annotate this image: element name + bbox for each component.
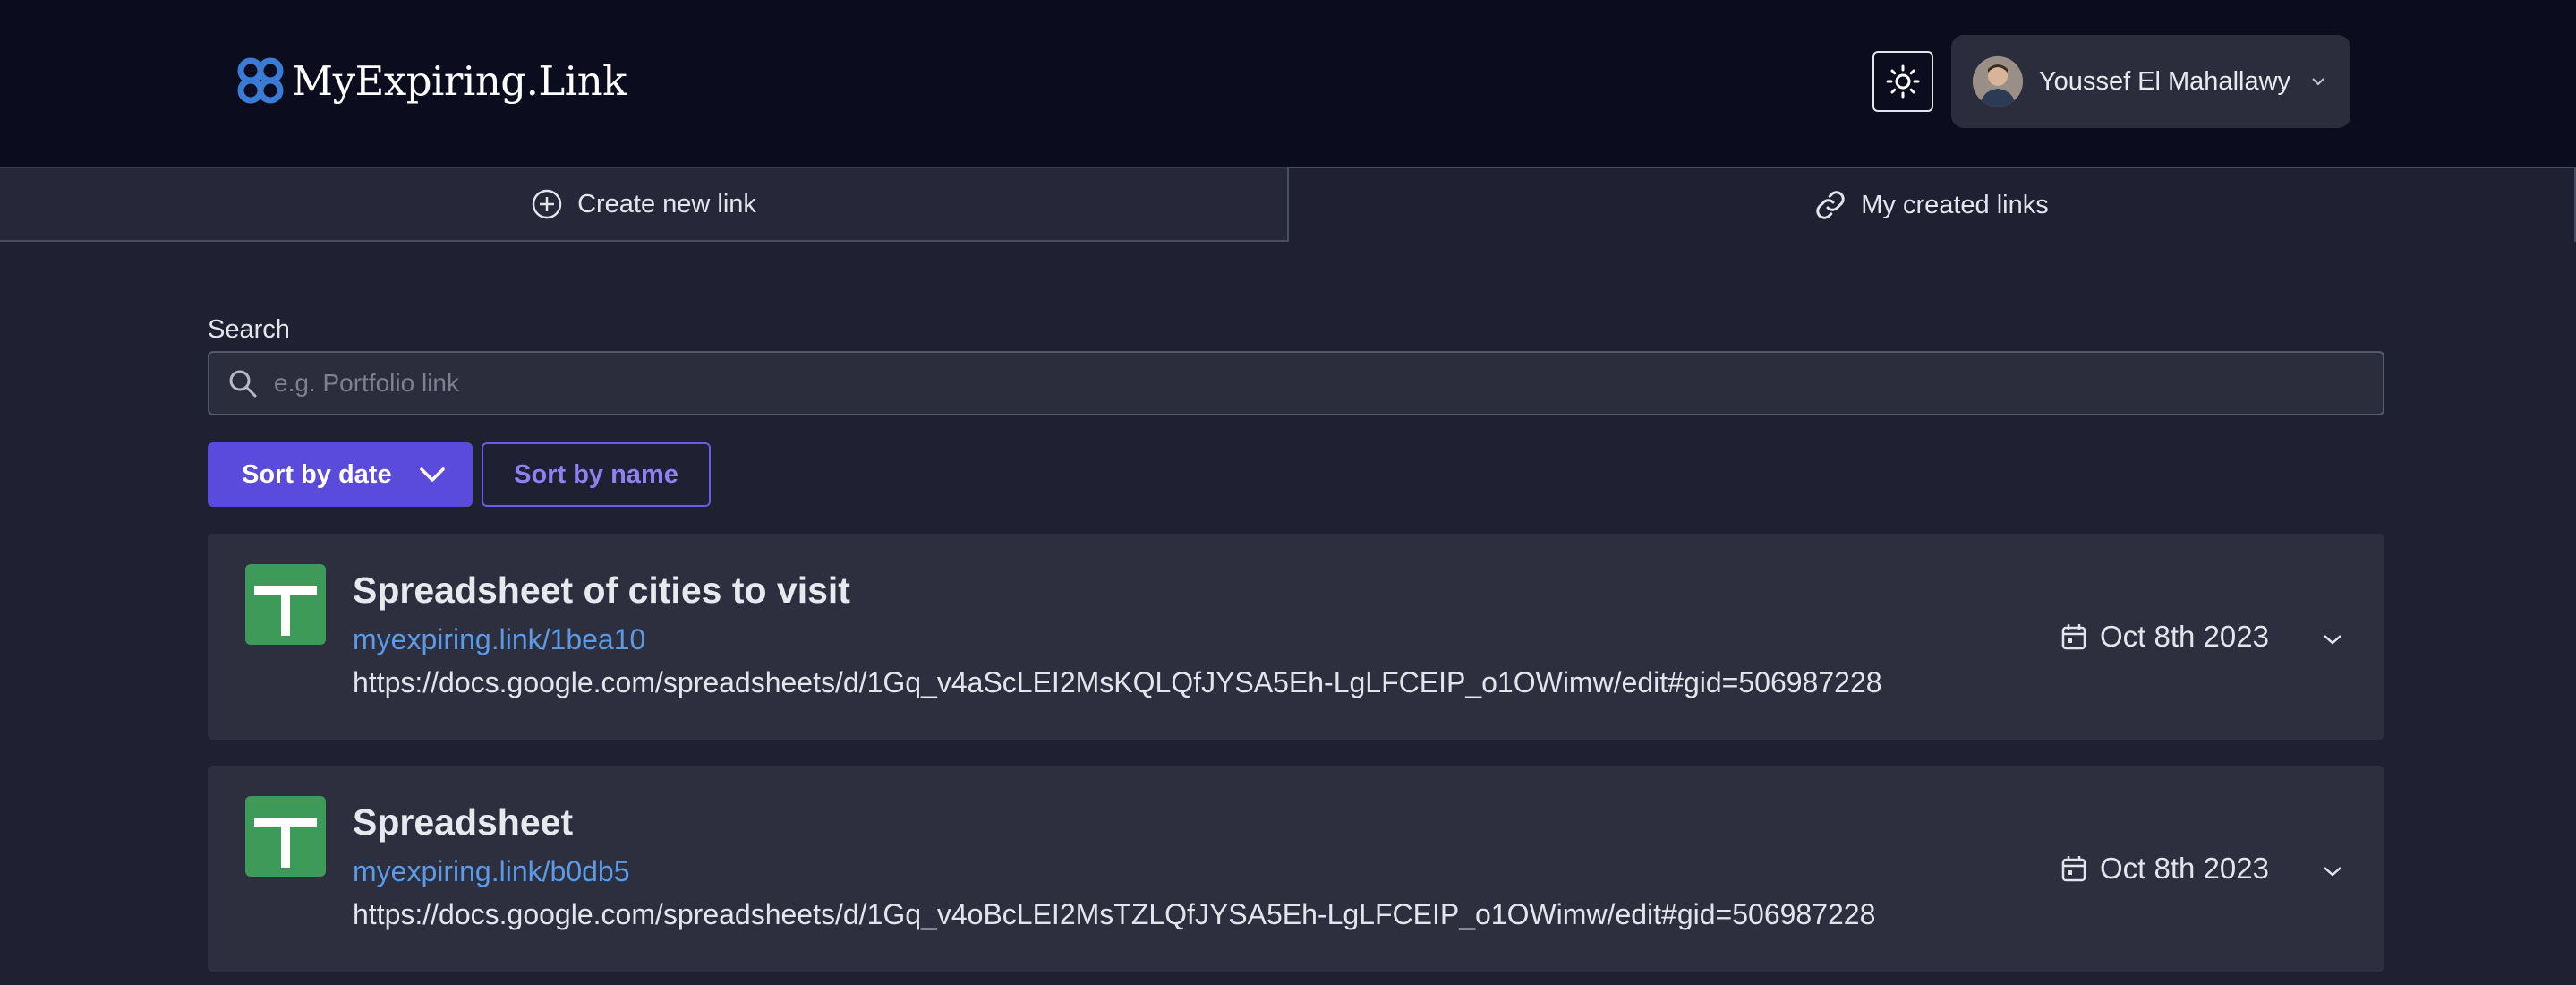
link-icon <box>1816 191 1845 219</box>
tab-my-created-links[interactable]: My created links <box>1287 167 2576 242</box>
user-menu-button[interactable]: Youssef El Mahallawy <box>1951 35 2350 128</box>
sort-by-date-button[interactable]: Sort by date <box>208 442 473 507</box>
calendar-icon <box>2061 624 2086 650</box>
chevron-down-icon <box>2324 867 2341 877</box>
sun-icon <box>1886 64 1920 98</box>
link-card: Spreadsheet of cities to visit myexpirin… <box>208 534 2384 740</box>
short-link[interactable]: myexpiring.link/1bea10 <box>353 623 645 656</box>
calendar-icon <box>2061 856 2086 882</box>
theme-toggle-button[interactable] <box>1872 51 1933 112</box>
google-sheets-icon <box>245 796 326 877</box>
sort-by-name-label: Sort by name <box>514 459 678 489</box>
top-header: MyExpiring.Link Youssef El Mahallawy <box>0 0 2576 167</box>
logo[interactable]: MyExpiring.Link <box>235 54 627 107</box>
google-sheets-icon <box>245 564 326 645</box>
chevron-down-icon <box>419 467 445 482</box>
link-title: Spreadsheet of cities to visit <box>353 570 850 611</box>
original-url: https://docs.google.com/spreadsheets/d/1… <box>353 666 1882 698</box>
link-date-text: Oct 8th 2023 <box>2100 620 2269 653</box>
short-link[interactable]: myexpiring.link/b0db5 <box>353 855 630 888</box>
link-date: Oct 8th 2023 <box>2060 850 2269 887</box>
chevron-down-icon <box>2312 78 2324 86</box>
search-input[interactable] <box>274 353 2383 414</box>
chevron-down-icon <box>2324 635 2341 645</box>
tab-label: Create new link <box>577 189 756 218</box>
original-url: https://docs.google.com/spreadsheets/d/1… <box>353 898 1876 930</box>
avatar <box>1973 56 2023 107</box>
search-field <box>208 351 2384 415</box>
tab-label: My created links <box>1861 190 2049 219</box>
search-icon <box>229 370 257 398</box>
search-label: Search <box>208 315 290 344</box>
logo-text: MyExpiring.Link <box>292 56 627 105</box>
logo-icon <box>237 57 284 104</box>
tab-bar: Create new link My created links <box>0 167 2576 242</box>
sort-by-name-button[interactable]: Sort by name <box>482 442 711 507</box>
link-date-text: Oct 8th 2023 <box>2100 852 2269 885</box>
expand-card-button[interactable] <box>2315 621 2350 657</box>
plus-circle-icon <box>532 189 562 219</box>
link-card: Spreadsheet myexpiring.link/b0db5 https:… <box>208 766 2384 972</box>
link-date: Oct 8th 2023 <box>2060 618 2269 655</box>
link-title: Spreadsheet <box>353 801 574 843</box>
tab-create-new-link[interactable]: Create new link <box>0 167 1289 242</box>
sort-by-date-label: Sort by date <box>242 459 392 489</box>
user-name: Youssef El Mahallawy <box>2039 66 2291 96</box>
expand-card-button[interactable] <box>2315 853 2350 889</box>
